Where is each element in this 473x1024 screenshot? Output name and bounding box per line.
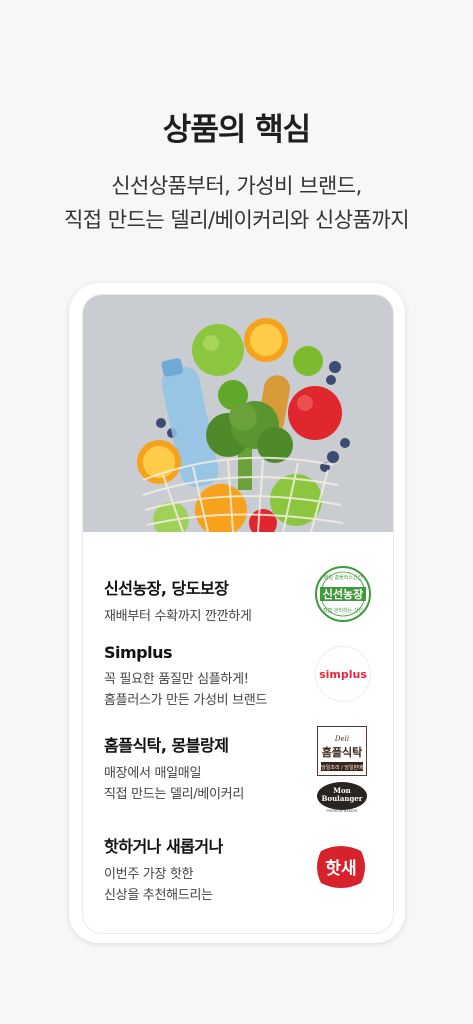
grocery-photo (83, 295, 393, 532)
item-title: 핫하거나 새롭거나 (104, 837, 223, 856)
fresh-farm-logo-icon: 매일 홈플러스신선 신선농장 직접 관리하는 신선 (315, 566, 371, 622)
item-desc-line: 홈플러스가 만든 가성비 브랜드 (104, 693, 268, 708)
item-title: 신선농장, 당도보장 (104, 579, 229, 598)
item-desc: 매장에서 매일매일 직접 만드는 델리/베이커리 (104, 763, 314, 805)
list-item-simplus: Simplus 꼭 필요한 품질만 심플하게! 홈플러스가 만든 가성비 브랜드 (104, 643, 314, 711)
homeplus-deli-logo-icon: Deli 홈플식탁 당일조리 / 당일판매 (317, 726, 367, 776)
svg-text:직접 관리하는 신선: 직접 관리하는 신선 (323, 607, 363, 614)
item-desc-line: 직접 만드는 델리/베이커리 (104, 787, 245, 802)
subtitle-line-1: 신선상품부터, 가성비 브랜드, (111, 174, 362, 198)
item-title: Simplus (104, 643, 173, 662)
item-desc: 재배부터 수확까지 깐깐하게 (104, 606, 314, 627)
item-desc-line: 재배부터 수확까지 깐깐하게 (104, 609, 252, 624)
phone-mockup: 신선농장, 당도보장 재배부터 수확까지 깐깐하게 매일 홈플러스신선 신선농장… (69, 283, 405, 943)
hot-new-logo-icon: 핫새 (317, 846, 365, 888)
item-desc: 이번주 가장 핫한 신상을 추천해드리는 (104, 864, 314, 906)
svg-text:Deli: Deli (334, 735, 349, 743)
list-item-fresh-farm: 신선농장, 당도보장 재배부터 수확까지 깐깐하게 (104, 575, 314, 627)
list-item-deli-bakery: 홈플식탁, 몽블랑제 매장에서 매일매일 직접 만드는 델리/베이커리 (104, 732, 314, 805)
svg-text:신선농장: 신선농장 (323, 587, 363, 601)
subtitle-line-2: 직접 만드는 델리/베이커리와 신상품까지 (63, 208, 410, 232)
svg-text:당일조리 / 당일판매: 당일조리 / 당일판매 (321, 764, 363, 771)
phone-screen: 신선농장, 당도보장 재배부터 수확까지 깐깐하게 매일 홈플러스신선 신선농장… (82, 294, 394, 934)
list-item-hot-new: 핫하거나 새롭거나 이번주 가장 핫한 신상을 추천해드리는 (104, 833, 314, 906)
simplus-logo-icon: simplus (315, 646, 371, 702)
svg-text:홈플식탁: 홈플식탁 (322, 745, 362, 759)
item-desc: 꼭 필요한 품질만 심플하게! 홈플러스가 만든 가성비 브랜드 (104, 669, 314, 711)
mon-boulanger-logo-icon: Mon Boulanger PREMIUM BAKERY (317, 782, 367, 813)
item-title: 홈플식탁, 몽블랑제 (104, 736, 229, 755)
svg-text:매일 홈플러스신선: 매일 홈플러스신선 (324, 574, 363, 581)
svg-text:핫새: 핫새 (325, 858, 356, 879)
svg-text:PREMIUM BAKERY: PREMIUM BAKERY (326, 809, 358, 813)
page-title: 상품의 핵심 (162, 112, 311, 148)
item-desc-line: 매장에서 매일매일 (104, 766, 202, 781)
item-desc-line: 이번주 가장 핫한 (104, 867, 194, 882)
item-desc-line: 신상을 추천해드리는 (104, 888, 213, 903)
screen: 상품의 핵심 신선상품부터, 가성비 브랜드, 직접 만드는 델리/베이커리와 … (0, 0, 473, 1024)
svg-text:Boulanger: Boulanger (322, 794, 363, 803)
item-desc-line: 꼭 필요한 품질만 심플하게! (104, 672, 249, 687)
svg-text:simplus: simplus (319, 668, 367, 681)
